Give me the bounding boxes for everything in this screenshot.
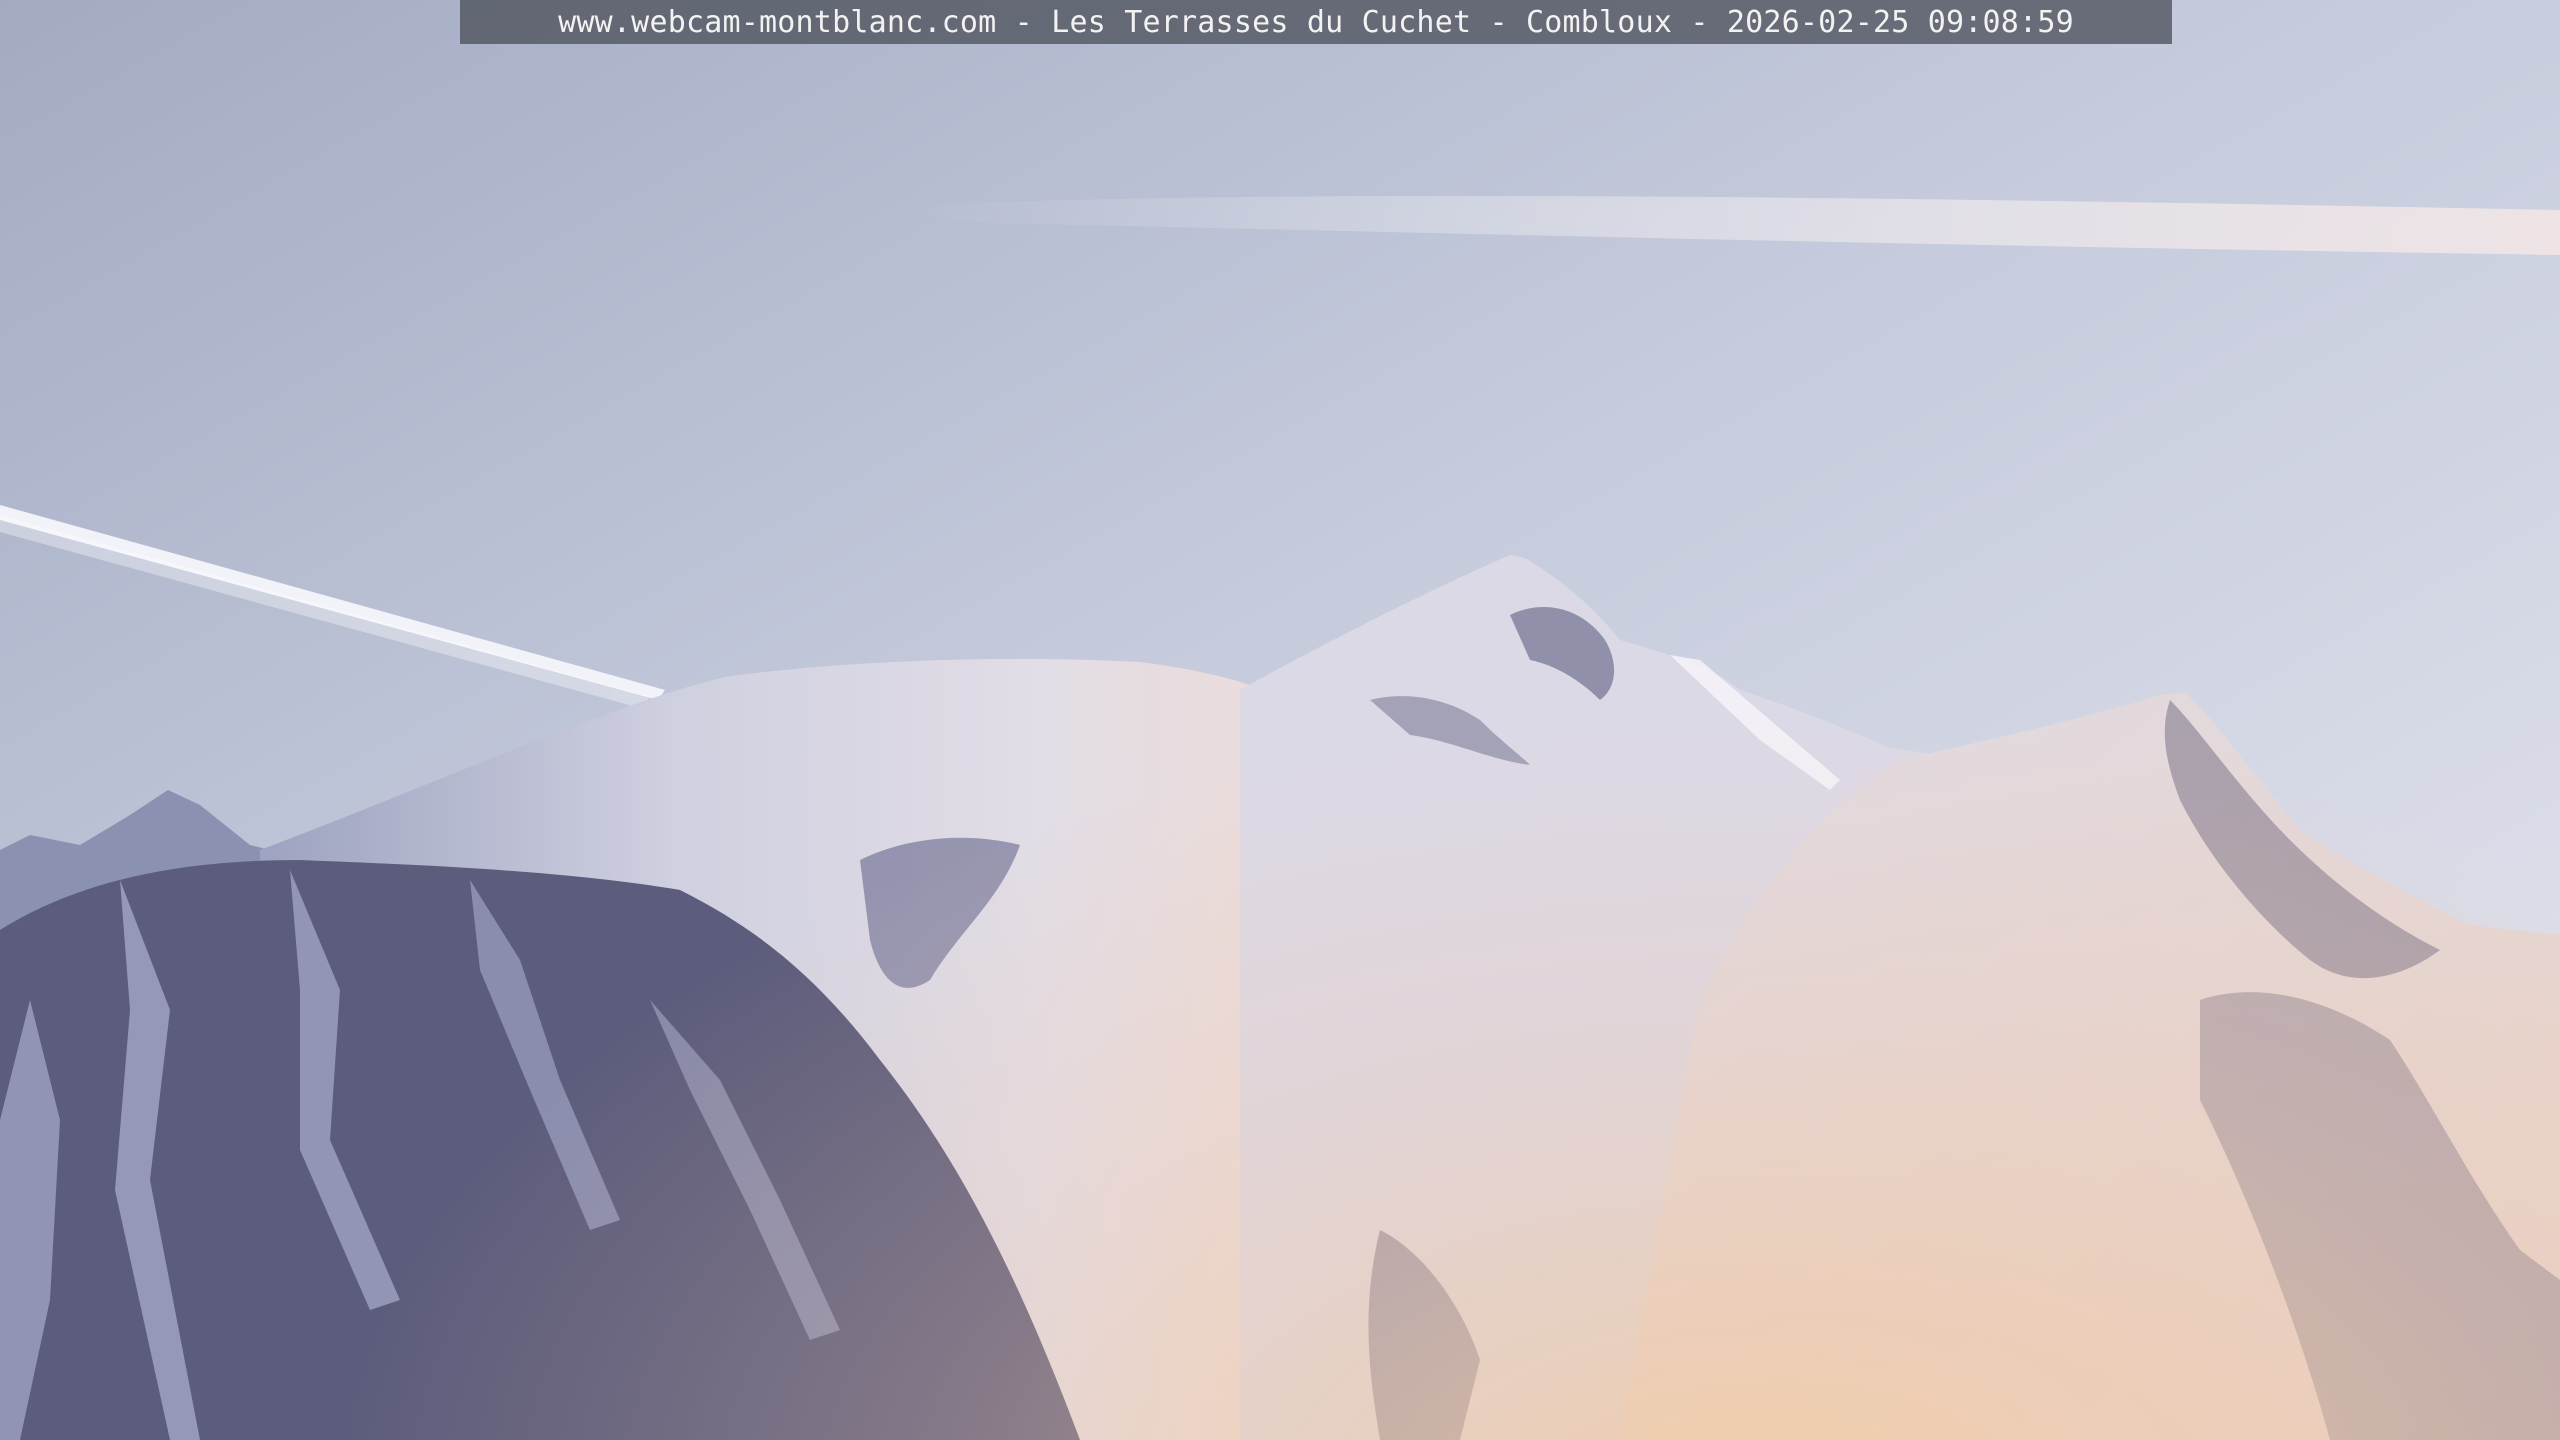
webcam-caption-text: www.webcam-montblanc.com - Les Terrasses…: [558, 4, 2074, 40]
mountain-scene: [0, 0, 2560, 1440]
sun-glare: [0, 0, 2560, 1440]
webcam-caption-bar: www.webcam-montblanc.com - Les Terrasses…: [460, 0, 2172, 44]
webcam-image: www.webcam-montblanc.com - Les Terrasses…: [0, 0, 2560, 1440]
